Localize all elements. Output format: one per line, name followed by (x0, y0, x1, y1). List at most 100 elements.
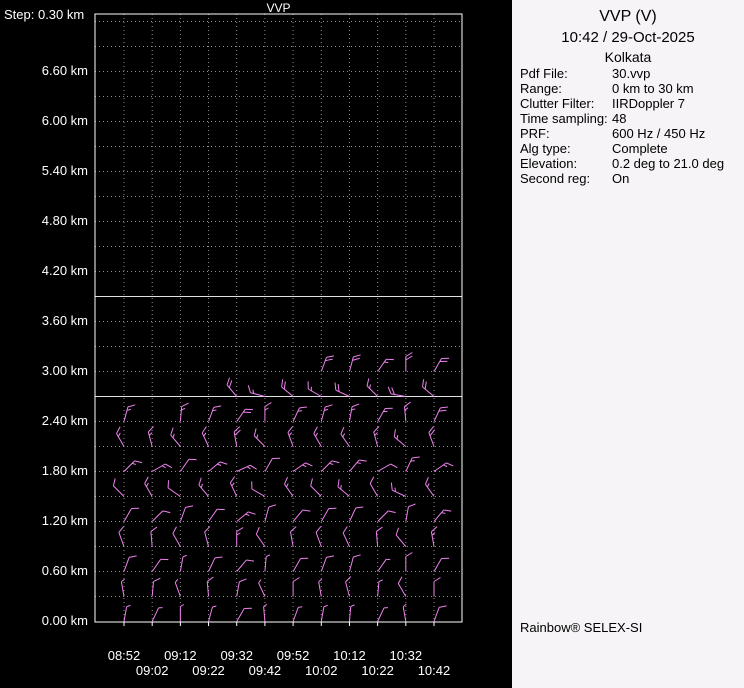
wind-profile-chart: VVP Step: 0.30 km 6.60 km6.00 km5.40 km4… (0, 0, 512, 688)
x-axis-label: 09:12 (152, 648, 208, 663)
wind-barb (118, 526, 131, 546)
wind-barb (321, 403, 332, 423)
param-label: Range: (520, 81, 612, 96)
wind-barb (378, 356, 394, 375)
wind-barb (378, 508, 396, 526)
wind-barb (265, 555, 270, 572)
param-label: Time sampling: (520, 111, 612, 126)
param-label: PRF: (520, 126, 612, 141)
param-row: Range:0 km to 30 km (520, 81, 742, 96)
wind-barb (434, 355, 449, 375)
wind-barb (225, 378, 242, 397)
wind-barb (196, 478, 213, 497)
info-panel: VVP (V) 10:42 / 29-Oct-2025 Kolkata Pdf … (512, 0, 744, 688)
plot-border (95, 14, 462, 622)
wind-barb (207, 577, 215, 596)
param-value: 0.2 deg to 21.0 deg (612, 156, 742, 171)
wind-barb (419, 379, 438, 396)
wind-barb (233, 427, 243, 447)
x-axis-label: 09:22 (181, 663, 237, 678)
x-axis-label: 10:42 (406, 663, 462, 678)
x-axis-label: 09:02 (124, 663, 180, 678)
wind-barb (209, 404, 222, 424)
wind-barb (209, 506, 225, 525)
y-axis-label: 3.60 km (4, 313, 88, 328)
wind-barb (434, 578, 441, 597)
wind-barb (124, 554, 137, 574)
wind-barb (349, 457, 366, 476)
wind-barb (111, 478, 129, 496)
wind-barb (115, 427, 130, 447)
y-axis-label: 4.80 km (4, 213, 88, 228)
vvp-window: VVP Step: 0.30 km 6.60 km6.00 km5.40 km4… (0, 0, 744, 688)
wind-barb (434, 555, 449, 575)
wind-barb (165, 480, 184, 496)
wind-barb (151, 527, 159, 546)
wind-barb (349, 605, 354, 622)
wind-barb (279, 379, 298, 396)
wind-barb (152, 508, 170, 526)
wind-barb (152, 556, 168, 575)
wind-barb (237, 557, 254, 576)
wind-barb (345, 576, 356, 596)
y-axis-label: 3.00 km (4, 363, 88, 378)
panel-site: Kolkata (512, 49, 744, 65)
wind-barb (373, 426, 384, 446)
param-label: Clutter Filter: (520, 96, 612, 111)
param-value: 600 Hz / 450 Hz (612, 126, 742, 141)
param-value: Complete (612, 141, 742, 156)
wind-barb (152, 462, 172, 477)
wind-barb (290, 527, 300, 547)
param-row: Second reg:On (520, 171, 742, 186)
wind-barb (265, 503, 276, 523)
param-value: 30.vvp (612, 66, 742, 81)
wind-barb (321, 458, 339, 476)
x-axis-label: 09:42 (237, 663, 293, 678)
wind-barb (339, 427, 355, 446)
wind-barb (349, 403, 359, 423)
wind-barb (378, 606, 388, 623)
wind-barb (387, 387, 407, 397)
wind-barb (308, 478, 326, 496)
wind-barb (209, 459, 228, 476)
wind-barb (376, 527, 384, 546)
plot-canvas (0, 0, 512, 688)
wind-barb (175, 579, 184, 596)
param-label: Pdf File: (520, 66, 612, 81)
wind-barb (406, 503, 416, 523)
x-axis-label: 10:22 (350, 663, 406, 678)
wind-barb (434, 461, 453, 477)
wind-barb (152, 606, 162, 623)
wind-barb (293, 606, 302, 623)
param-label: Elevation: (520, 156, 612, 171)
wind-barb (263, 604, 268, 621)
wind-barb (124, 403, 135, 423)
wind-barb (321, 554, 334, 574)
wind-barb (180, 504, 193, 524)
wind-barb (315, 526, 328, 546)
wind-barb (423, 477, 439, 496)
wind-barb (152, 578, 160, 597)
wind-barb (251, 428, 269, 446)
wind-barb (434, 604, 447, 624)
y-axis-label: 5.40 km (4, 163, 88, 178)
wind-barb (180, 403, 188, 422)
wind-barb (318, 579, 324, 596)
y-axis-label: 0.00 km (4, 613, 88, 628)
wind-barb (396, 577, 411, 597)
param-value: IIRDoppler 7 (612, 96, 742, 111)
wind-barb (180, 456, 196, 475)
wind-barb (287, 426, 300, 446)
wind-barb (282, 477, 298, 496)
param-value: On (612, 171, 742, 186)
x-axis-label: 10:02 (293, 663, 349, 678)
wind-barb (293, 461, 312, 477)
wind-barb (171, 527, 186, 547)
wind-barb (321, 354, 334, 374)
wind-barb (147, 426, 158, 446)
param-row: Elevation:0.2 deg to 21.0 deg (520, 156, 742, 171)
wind-barb (378, 462, 398, 477)
panel-parameters: Pdf File:30.vvpRange:0 km to 30 kmClutte… (520, 66, 742, 186)
wind-barb (258, 580, 268, 597)
wind-barb (364, 378, 382, 396)
